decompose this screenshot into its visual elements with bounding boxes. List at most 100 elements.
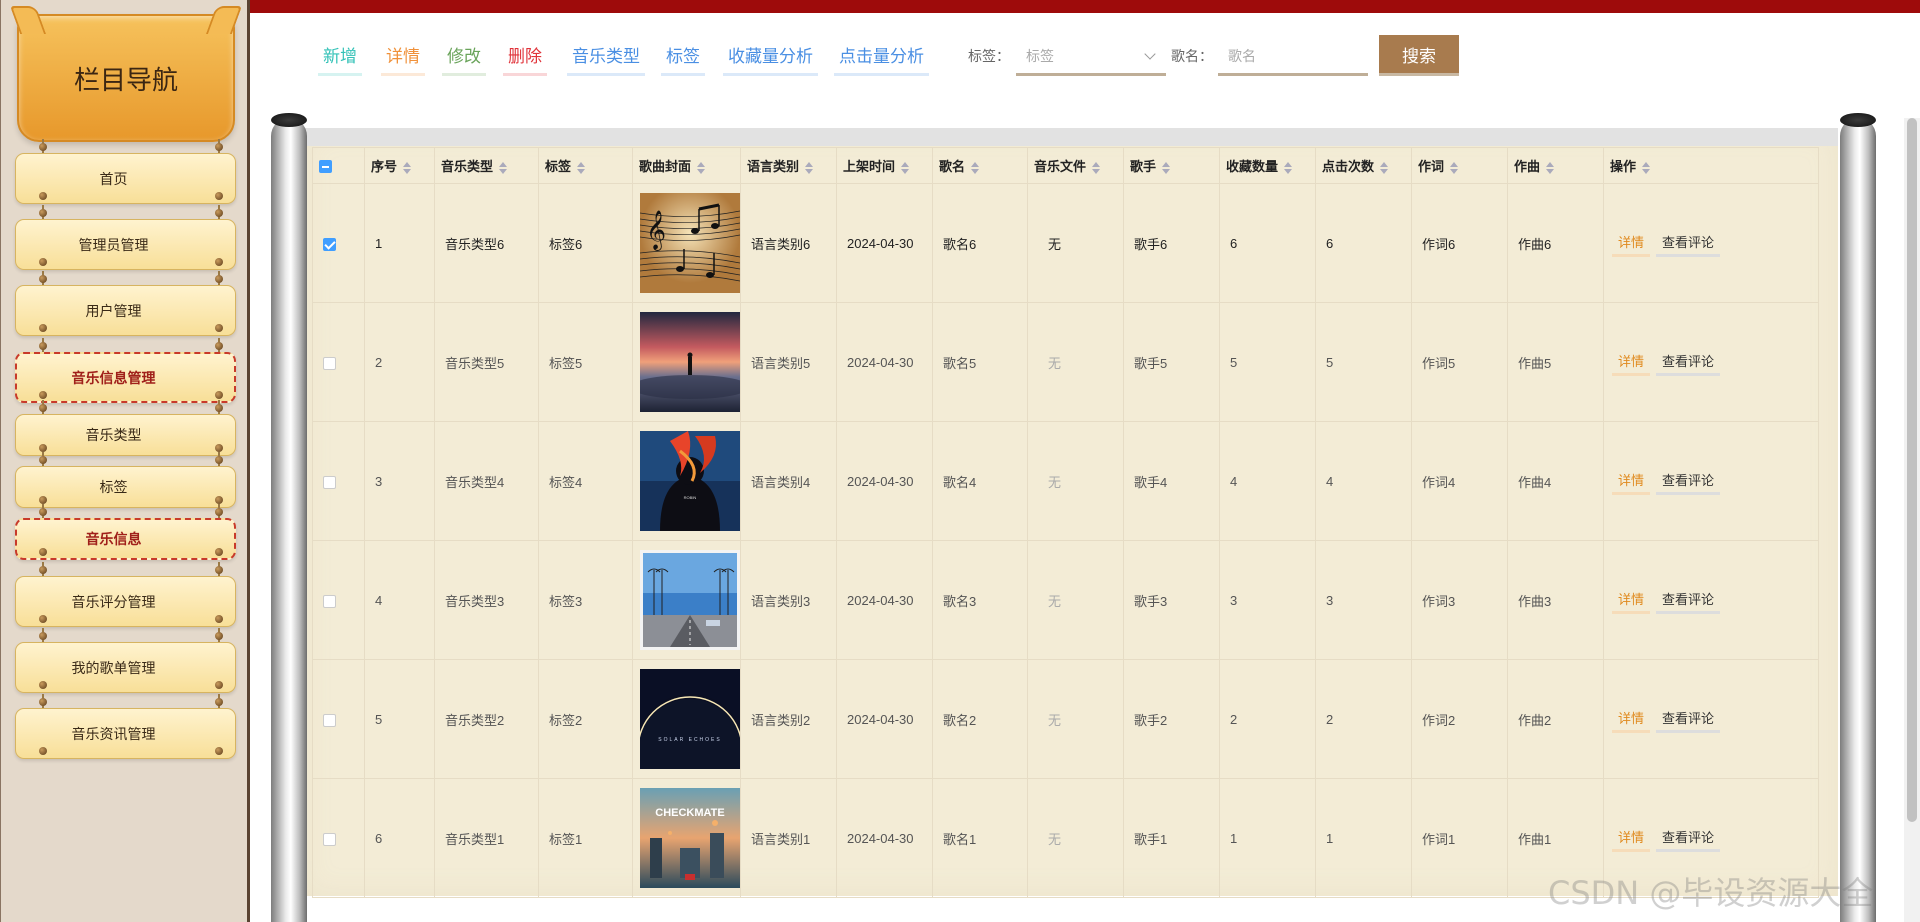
row-checkbox[interactable] <box>323 832 336 846</box>
sort-icon[interactable] <box>1546 161 1555 174</box>
sidebar-item[interactable]: 我的歌单管理 <box>15 642 236 693</box>
cover-cell: CHECKMATE <box>632 778 741 898</box>
sidebar-item[interactable]: 音乐信息管理 <box>15 352 236 403</box>
row-checkbox[interactable] <box>323 237 336 251</box>
view-comments-button[interactable]: 查看评论 <box>1656 468 1721 495</box>
sidebar-title: 栏目导航 <box>73 64 178 95</box>
favorites-count-cell: 3 <box>1219 540 1316 660</box>
sidebar-item[interactable]: 音乐资讯管理 <box>15 708 236 759</box>
nail-icon <box>39 391 47 399</box>
nail-icon <box>39 404 47 412</box>
right-scroll-roller <box>1840 118 1876 922</box>
view-comments-button[interactable]: 查看评论 <box>1656 825 1721 852</box>
column-header[interactable]: 语言类别 <box>740 147 837 184</box>
sort-icon[interactable] <box>1162 161 1171 174</box>
sidebar-item[interactable]: 标签 <box>15 466 236 508</box>
view-comments-button[interactable]: 查看评论 <box>1656 230 1721 257</box>
row-checkbox[interactable] <box>323 475 336 489</box>
detail-button[interactable]: 详情 <box>381 38 425 76</box>
sort-icon[interactable] <box>403 161 412 174</box>
sort-icon[interactable] <box>697 161 706 174</box>
click-analysis-button[interactable]: 点击量分析 <box>834 38 929 76</box>
table-row[interactable]: 1 音乐类型6 标签6 𝄞 语言类别6 2024-04-30 歌名6 无歌手6 6 6 作词6 作曲6… <box>312 183 1819 303</box>
row-detail-button[interactable]: 详情 <box>1612 349 1651 376</box>
table-row[interactable]: 2 音乐类型5 标签5 语言类别5 2024-04-30 歌名5 无歌手5 5 5 作词5 作曲5 详… <box>312 302 1819 422</box>
view-comments-button[interactable]: 查看评论 <box>1656 349 1721 376</box>
column-header[interactable]: 歌手 <box>1123 147 1220 184</box>
sidebar-item-label: 音乐评分管理 <box>71 593 156 610</box>
row-number: 4 <box>364 540 435 660</box>
column-header[interactable]: 作词 <box>1411 147 1508 184</box>
delete-button[interactable]: 删除 <box>503 38 547 76</box>
cover-checkmate-text: CHECKMATE <box>655 807 724 819</box>
sidebar-item-label: 音乐资讯管理 <box>71 725 156 742</box>
page-scrollbar[interactable] <box>1904 118 1920 922</box>
column-header[interactable]: 点击次数 <box>1315 147 1412 184</box>
scrollbar-thumb[interactable] <box>1907 118 1917 822</box>
row-detail-button[interactable]: 详情 <box>1612 825 1651 852</box>
sort-icon[interactable] <box>1450 161 1459 174</box>
song-name-label: 歌名： <box>1171 48 1213 64</box>
sort-icon[interactable] <box>499 161 508 174</box>
column-header[interactable]: 标签 <box>538 147 633 184</box>
release-date-cell: 2024-04-30 <box>836 540 933 660</box>
sort-icon[interactable] <box>901 161 910 174</box>
singer-cell: 歌手5 <box>1123 302 1220 422</box>
actions-cell: 详情 查看评论 <box>1603 540 1819 660</box>
view-comments-button[interactable]: 查看评论 <box>1656 587 1721 614</box>
lyricist-cell: 作词1 <box>1411 778 1508 898</box>
sidebar-item[interactable]: 音乐信息 <box>15 518 236 560</box>
select-all-checkbox[interactable] <box>319 160 332 174</box>
sidebar-item[interactable]: 音乐评分管理 <box>15 576 236 627</box>
row-checkbox[interactable] <box>323 594 336 608</box>
song-name-input[interactable]: 歌名 <box>1218 38 1368 76</box>
sort-icon[interactable] <box>1284 161 1293 174</box>
row-checkbox[interactable] <box>323 356 336 370</box>
sidebar-item[interactable]: 用户管理 <box>15 285 236 336</box>
column-header[interactable]: 歌名 <box>932 147 1028 184</box>
sort-icon[interactable] <box>1092 161 1101 174</box>
sidebar-item[interactable]: 音乐类型 <box>15 414 236 456</box>
nail-icon <box>39 275 47 283</box>
tag-cell: 标签5 <box>538 302 633 422</box>
cover-image <box>640 312 740 412</box>
tag-button[interactable]: 标签 <box>661 38 705 76</box>
nail-icon <box>39 615 47 623</box>
column-header[interactable]: 作曲 <box>1507 147 1604 184</box>
column-header[interactable]: 歌曲封面 <box>632 147 741 184</box>
search-button[interactable]: 搜索 <box>1379 35 1459 76</box>
tag-cell: 标签6 <box>538 183 633 303</box>
table-row[interactable]: 3 音乐类型4 标签4 ROBIN 语言类别4 2024-04-30 歌名4 无歌手4 4 4 作词… <box>312 421 1819 541</box>
add-button[interactable]: 新增 <box>318 38 362 76</box>
column-header[interactable]: 收藏数量 <box>1219 147 1316 184</box>
column-header[interactable]: 上架时间 <box>836 147 933 184</box>
sidebar-item[interactable]: 首页 <box>15 153 236 204</box>
sort-icon[interactable] <box>805 161 814 174</box>
column-header[interactable]: 序号 <box>364 147 435 184</box>
row-detail-button[interactable]: 详情 <box>1612 587 1651 614</box>
singer-cell: 歌手4 <box>1123 421 1220 541</box>
release-date-cell: 2024-04-30 <box>836 183 933 303</box>
table-row[interactable]: 4 音乐类型3 标签3 语言类别3 2024-04-30 歌名3 无歌手3 3 3 作词3 作曲3 详… <box>312 540 1819 660</box>
view-comments-button[interactable]: 查看评论 <box>1656 706 1721 733</box>
sort-icon[interactable] <box>1642 161 1651 174</box>
sidebar-header: 栏目导航 <box>17 14 235 142</box>
edit-button[interactable]: 修改 <box>442 38 486 76</box>
sort-icon[interactable] <box>577 161 586 174</box>
row-detail-button[interactable]: 详情 <box>1612 230 1651 257</box>
row-detail-button[interactable]: 详情 <box>1612 468 1651 495</box>
column-header[interactable]: 音乐类型 <box>434 147 539 184</box>
favorite-analysis-button[interactable]: 收藏量分析 <box>723 38 818 76</box>
column-header[interactable]: 操作 <box>1603 147 1819 184</box>
row-detail-button[interactable]: 详情 <box>1612 706 1651 733</box>
nail-icon <box>215 747 223 755</box>
sidebar-item[interactable]: 管理员管理 <box>15 219 236 270</box>
tag-select[interactable]: 标签 <box>1016 38 1166 76</box>
row-number: 5 <box>364 659 435 779</box>
column-header[interactable]: 音乐文件 <box>1027 147 1124 184</box>
table-row[interactable]: 5 音乐类型2 标签2 SOLAR ECHOES 语言类别2 2024-04-30 歌名2 无… <box>312 659 1819 779</box>
row-checkbox[interactable] <box>323 713 336 727</box>
music-type-button[interactable]: 音乐类型 <box>567 38 645 76</box>
sort-icon[interactable] <box>971 161 980 174</box>
sort-icon[interactable] <box>1380 161 1389 174</box>
